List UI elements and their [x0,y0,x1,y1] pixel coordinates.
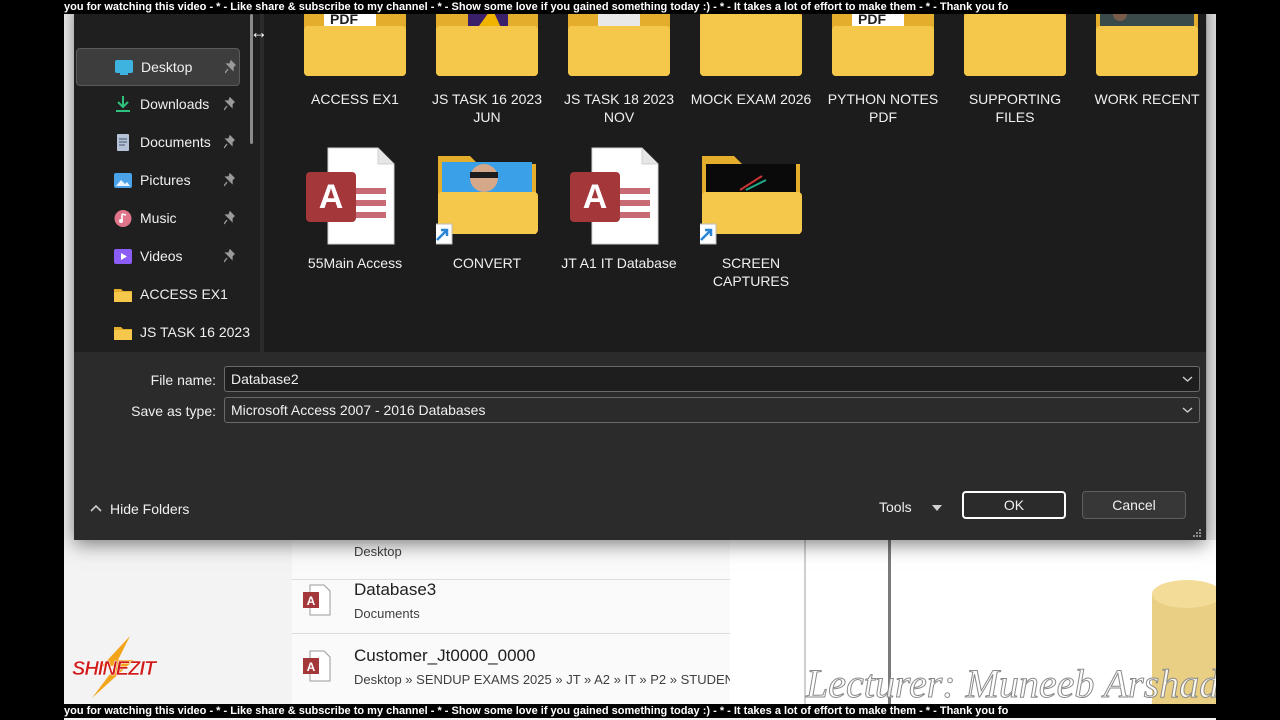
folder-screen-captures[interactable]: SCREEN CAPTURES [690,146,810,296]
recent-item-database3[interactable]: A Database3 Documents [292,568,730,634]
chevron-up-icon [90,504,102,512]
file-label: SCREEN CAPTURES [712,255,790,289]
nav-label: Desktop [141,59,193,75]
save-form: File name: Database2 Save as type: Micro… [74,352,1206,540]
file-label: PYTHON NOTES PDF [827,91,939,125]
nav-label: ACCESS EX1 [140,286,228,302]
channel-logo: SHINEZIT [72,636,157,698]
tools-label: Tools [879,499,912,515]
folder-access-ex1[interactable]: PDF ACCESS EX1 [294,0,414,150]
desktop-icon [115,60,133,75]
folder-mock-exam[interactable]: MOCK EXAM 2026 [690,0,812,150]
pin-icon[interactable] [225,60,237,74]
file-label: ACCESS EX1 [311,91,399,107]
folder-python-notes[interactable]: PDF PYTHON NOTES PDF [822,0,942,150]
recent-location: Documents [354,606,420,621]
nav-label: Videos [140,248,183,264]
pin-icon[interactable] [224,211,236,225]
nav-item-desktop[interactable]: Desktop [76,48,240,86]
folder-js-task-18[interactable]: JS JS TASK 18 2023 NOV [558,0,678,150]
folder-icon [700,156,802,245]
recent-name: Database3 [354,580,437,599]
access-file-icon: A [303,650,331,682]
access-letter: A [319,178,344,216]
folder-convert[interactable]: CONVERT [426,146,546,296]
save-type-label: Save as type: [131,403,216,419]
lecturer-watermark: Lecturer: Muneeb Arshad [805,661,1216,707]
pin-icon[interactable] [224,249,236,263]
cancel-button[interactable]: Cancel [1082,491,1186,519]
file-label: 55Main Access [307,255,403,271]
pin-icon[interactable] [224,135,236,149]
file-label: MOCK EXAM 2026 [690,91,812,107]
video-icon [114,249,132,264]
nav-label: Documents [140,134,211,150]
file-jt-a1-it-database[interactable]: A JT A1 IT Database [558,146,678,296]
recent-location: Desktop [354,544,402,559]
file-55main-access[interactable]: A 55Main Access [294,146,414,296]
background-scrollbar [1206,0,1216,540]
nav-item-videos[interactable]: Videos [76,238,240,276]
save-type-select[interactable]: Microsoft Access 2007 - 2016 Databases [224,397,1200,423]
folder-supporting-files[interactable]: SUPPORTING FILES [954,0,1074,150]
nav-item-js-task-16[interactable]: JS TASK 16 2023 [76,314,250,352]
recent-item-customer[interactable]: A Customer_Jt0000_0000 Desktop » SENDUP … [292,634,730,700]
svg-text:A: A [307,660,316,674]
folder-icon [436,156,538,245]
resize-grip-icon[interactable] [1192,528,1202,538]
nav-label: JS TASK 16 2023 [140,324,250,340]
music-icon [114,210,132,227]
nav-label: Downloads [140,96,210,112]
pin-icon[interactable] [224,97,236,111]
pictures-icon [114,173,132,188]
download-icon [116,96,130,112]
file-name-input[interactable]: Database2 [224,366,1200,392]
chevron-down-icon[interactable] [1182,406,1193,414]
tools-dropdown[interactable]: Tools [870,495,946,521]
save-type-value: Microsoft Access 2007 - 2016 Databases [231,402,486,418]
access-file-icon: A [306,147,395,245]
folder-icon [114,327,132,340]
access-letter: A [583,178,608,216]
recent-location: Desktop » SENDUP EXAMS 2025 » JT » A2 » … [354,672,730,687]
file-label: CONVERT [452,255,522,271]
navigation-pane: Desktop Downloads Documents Pictures Mus [74,14,260,352]
nav-item-music[interactable]: Music [76,200,240,238]
file-label: JS TASK 18 2023 NOV [564,91,674,125]
hide-folders-label: Hide Folders [110,501,190,517]
file-list-area: PDF ACCESS EX1 JS TASK 16 2023 JUN JS TA… [264,0,1206,352]
folder-js-task-16[interactable]: JS TASK 16 2023 JUN [426,0,546,150]
logo-text: SHINEZIT [72,658,157,681]
file-label: SUPPORTING FILES [968,91,1062,125]
file-label: JT A1 IT Database [561,255,677,271]
recent-name: Customer_Jt0000_0000 [354,646,536,665]
nav-item-pictures[interactable]: Pictures [76,162,240,200]
folder-icon [114,289,132,302]
caret-down-icon [932,505,942,511]
ticker-top: you for watching this video - * - Like s… [64,0,1216,14]
document-icon [117,134,129,151]
nav-item-downloads[interactable]: Downloads [76,86,240,124]
ticker-bottom: you for watching this video - * - Like s… [64,704,1216,718]
ok-button[interactable]: OK [962,491,1066,519]
nav-label: Pictures [140,172,191,188]
file-label: JS TASK 16 2023 JUN [432,91,542,125]
save-as-dialog: Desktop Downloads Documents Pictures Mus [74,0,1206,540]
file-name-value: Database2 [231,371,299,387]
file-label: WORK RECENT [1094,91,1200,107]
access-file-icon: A [303,584,331,616]
nav-item-documents[interactable]: Documents [76,124,240,162]
file-name-label: File name: [150,372,216,388]
recent-list: Desktop A Database3 Documents A Customer… [292,515,730,704]
pin-icon[interactable] [224,173,236,187]
chevron-down-icon[interactable] [1182,375,1193,383]
access-file-icon: A [570,147,659,245]
screen: you for watching this video - * - Like s… [64,0,1216,720]
svg-text:A: A [307,594,316,608]
nav-label: Music [140,210,177,226]
folder-work-recent[interactable]: WORK RECENT [1086,0,1206,150]
nav-item-access-ex1[interactable]: ACCESS EX1 [76,276,240,314]
